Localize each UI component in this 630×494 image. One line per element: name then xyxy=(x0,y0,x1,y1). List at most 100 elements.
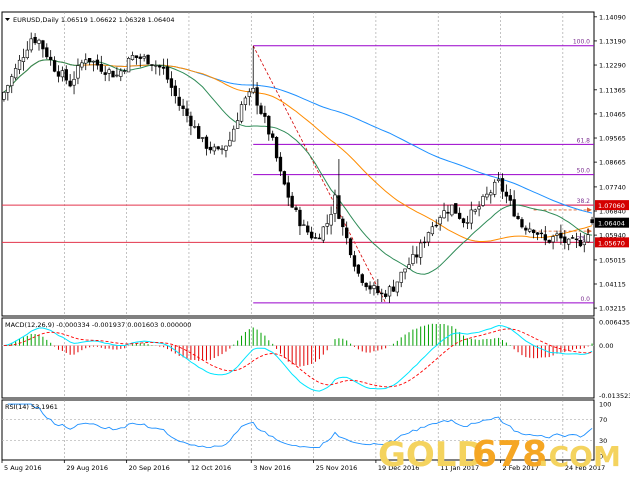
candle-body xyxy=(333,194,337,214)
candle-body xyxy=(290,195,294,208)
price-tick-label: 1.09565 xyxy=(599,135,626,143)
candle-body xyxy=(123,70,127,72)
date-label: 3 Nov 2016 xyxy=(253,464,291,472)
candle-body xyxy=(547,239,551,243)
candle-body xyxy=(469,209,473,224)
candle-body xyxy=(337,195,341,219)
candle-body xyxy=(306,225,310,233)
candle-body xyxy=(399,271,403,283)
candle-body xyxy=(189,115,193,127)
candle-body xyxy=(434,224,438,227)
candle-body xyxy=(329,214,333,226)
candle-body xyxy=(76,65,80,79)
date-label: 20 Sep 2016 xyxy=(129,464,170,472)
watermark-gold: GOLD xyxy=(378,435,485,475)
candle-body xyxy=(520,219,524,228)
candle-body xyxy=(442,210,446,219)
candle-body xyxy=(278,156,283,172)
candle-body xyxy=(259,105,263,114)
candle-body xyxy=(239,104,244,122)
price-tick-label: 1.10465 xyxy=(599,110,626,118)
price-tick-label: 1.13190 xyxy=(599,37,626,45)
candle-body xyxy=(360,274,364,283)
date-label: 12 Oct 2016 xyxy=(191,464,231,472)
candle-body xyxy=(142,56,146,59)
price-tick-label: 1.04115 xyxy=(599,280,626,288)
candle-body xyxy=(255,87,259,106)
candle-body xyxy=(271,133,275,138)
candle-body xyxy=(461,218,466,224)
chart-canvas: 100.061.850.038.223.60.01.140901.131901.… xyxy=(1,11,630,475)
candle-body xyxy=(181,105,185,109)
candle-body xyxy=(407,264,411,269)
candle-body xyxy=(25,49,29,58)
candle-body xyxy=(574,238,579,241)
candle-body xyxy=(387,286,392,297)
rsi-axis-label: 100 xyxy=(599,401,611,409)
rsi-header: RSI(14) 53.1961 xyxy=(5,403,58,411)
candle-body xyxy=(84,59,88,64)
price-tick-label: 1.11365 xyxy=(599,86,626,94)
candle-body xyxy=(590,219,594,223)
candle-body xyxy=(391,286,396,292)
candle-body xyxy=(10,76,14,87)
price-axis: 1.14090 1.13190 1.12290 1.11365 1.10465 1.095… xyxy=(594,13,626,313)
macd-panel-frame xyxy=(1,317,595,399)
gold678-watermark: GOLD678.COM xyxy=(378,434,621,475)
candle-body xyxy=(555,233,559,236)
candle-body xyxy=(154,65,158,67)
candle-body xyxy=(395,281,399,293)
candle-body xyxy=(446,211,450,214)
candle-body xyxy=(6,85,10,93)
candle-body xyxy=(228,139,232,147)
candle-body xyxy=(177,96,181,106)
candle-body xyxy=(582,241,586,246)
candle-body xyxy=(169,78,174,88)
candle-body xyxy=(372,285,376,289)
price-tick-label: 1.14090 xyxy=(599,13,626,21)
candle-body xyxy=(531,229,536,234)
candle-body xyxy=(60,70,65,78)
candle-body xyxy=(567,238,571,245)
candle-body xyxy=(485,193,489,198)
candle-body xyxy=(294,207,298,211)
candle-body xyxy=(430,226,435,235)
candle-body xyxy=(543,234,547,241)
candle-body xyxy=(52,60,57,72)
candle-body xyxy=(321,226,325,241)
candle-body xyxy=(415,254,419,258)
candle-body xyxy=(551,236,555,243)
date-label: 29 Aug 2016 xyxy=(66,464,108,472)
candle-body xyxy=(493,181,497,195)
candle-body xyxy=(286,182,290,198)
candle-body xyxy=(302,224,306,226)
candle-body xyxy=(422,241,427,244)
main-panel-frame xyxy=(1,11,595,317)
macd-axis-label: -0.013523 xyxy=(599,392,630,400)
candle-body xyxy=(243,97,248,105)
candle-body xyxy=(516,215,520,219)
candle-body xyxy=(232,128,236,142)
candle-body xyxy=(419,242,423,258)
candle-body xyxy=(45,47,49,58)
candle-body xyxy=(313,237,318,239)
price-tick-label: 1.12290 xyxy=(599,62,626,70)
price-tick-label: 1.05015 xyxy=(599,256,626,264)
candle-body xyxy=(457,212,462,219)
candle-body xyxy=(80,62,84,68)
candle-body xyxy=(56,71,61,77)
candle-body xyxy=(345,227,349,239)
candle-body xyxy=(33,36,37,44)
candle-body xyxy=(426,232,431,243)
watermark-domain: .COM xyxy=(538,440,621,473)
candle-body xyxy=(161,66,166,69)
candle-body xyxy=(247,91,251,97)
candle-body xyxy=(586,234,590,243)
candle-body xyxy=(130,55,135,60)
candle-body xyxy=(91,60,96,63)
candle-body xyxy=(29,38,33,51)
date-label: 25 Nov 2016 xyxy=(316,464,358,472)
candle-body xyxy=(72,78,76,86)
fib-level-label: 0.0 xyxy=(580,296,590,303)
candle-body xyxy=(465,222,470,224)
